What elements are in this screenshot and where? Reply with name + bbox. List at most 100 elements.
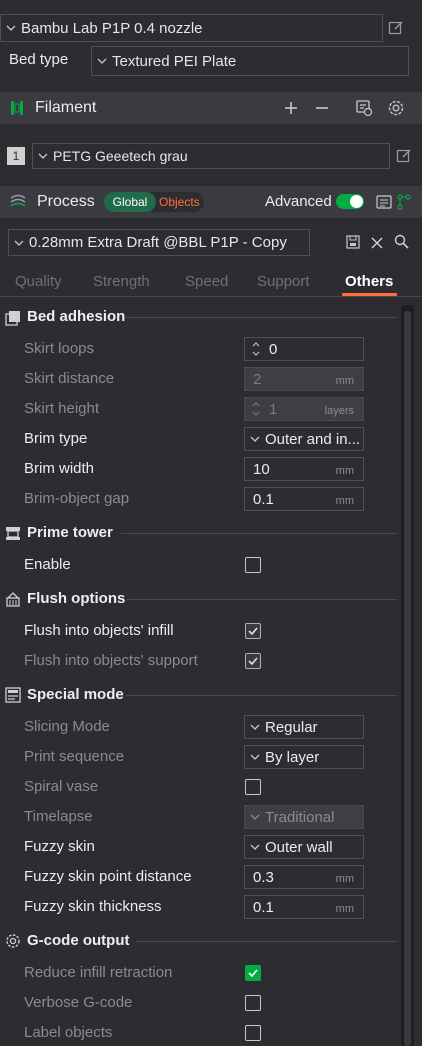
filament-index-label: 1 <box>12 149 20 163</box>
printer-name: Bambu Lab P1P 0.4 nozzle <box>21 19 203 37</box>
fuzzy-point-field[interactable]: 0.3 mm <box>244 865 364 889</box>
fuzzy-point-value: 0.3 <box>253 868 274 886</box>
chevron-down-icon <box>37 151 49 161</box>
process-icon <box>9 193 27 213</box>
brim-type-select[interactable]: Outer and in... <box>244 427 364 451</box>
fuzzy-skin-select[interactable]: Outer wall <box>244 835 364 859</box>
tab-support[interactable]: Support <box>257 273 310 290</box>
skirt-loops-label: Skirt loops <box>24 340 95 357</box>
edit-printer-icon[interactable] <box>388 20 404 36</box>
filament-name: PETG Geeetech grau <box>53 148 188 164</box>
search-icon[interactable] <box>394 234 409 253</box>
skirt-distance-unit: mm <box>335 375 354 387</box>
timelapse-value: Traditional <box>265 808 335 826</box>
chevron-down-icon <box>249 752 261 762</box>
flush-options-icon <box>5 591 21 607</box>
spiral-vase-label: Spiral vase <box>24 778 99 795</box>
remove-filament-icon[interactable] <box>315 101 329 119</box>
flush-support-checkbox[interactable] <box>245 653 261 669</box>
reduce-retraction-label: Reduce infill retraction <box>24 964 173 981</box>
bed-type-select[interactable]: Textured PEI Plate <box>91 46 409 76</box>
prime-tower-enable-checkbox[interactable] <box>245 557 261 573</box>
edit-filament-icon[interactable] <box>396 148 412 164</box>
fuzzy-thick-field[interactable]: 0.1 mm <box>244 895 364 919</box>
process-preset-select[interactable]: 0.28mm Extra Draft @BBL P1P - Copy <box>8 229 310 256</box>
skirt-height-stepper: 1 layers <box>244 397 364 421</box>
fuzzy-skin-label: Fuzzy skin <box>24 838 95 855</box>
timelapse-select: Traditional <box>244 805 364 829</box>
verbose-gcode-label: Verbose G-code <box>24 994 133 1011</box>
advanced-label: Advanced <box>265 193 332 210</box>
flush-options-title: Flush options <box>27 590 126 607</box>
reduce-retraction-checkbox[interactable] <box>245 965 261 981</box>
prime-tower-title: Prime tower <box>27 524 113 541</box>
add-filament-icon[interactable] <box>284 101 298 119</box>
spiral-vase-checkbox[interactable] <box>245 779 261 795</box>
filament-select[interactable]: PETG Geeetech grau <box>32 143 390 169</box>
skirt-loops-stepper[interactable]: 0 <box>244 337 364 361</box>
prime-tower-icon <box>5 525 21 541</box>
tab-quality[interactable]: Quality <box>15 273 62 290</box>
filament-title: Filament <box>35 99 97 116</box>
skirt-height-value: 1 <box>269 400 278 418</box>
process-tree-icon[interactable] <box>397 194 411 214</box>
compare-icon[interactable] <box>376 194 392 214</box>
gcode-output-divider <box>136 941 397 942</box>
filament-sync-icon[interactable] <box>355 99 373 121</box>
special-mode-icon <box>5 687 21 703</box>
slicing-mode-label: Slicing Mode <box>24 718 110 735</box>
advanced-switch[interactable] <box>336 194 364 209</box>
filament-settings-icon[interactable] <box>387 99 405 121</box>
settings-scroll-thumb[interactable] <box>404 311 411 1046</box>
skirt-distance-label: Skirt distance <box>24 370 115 387</box>
chevron-down-icon <box>249 842 261 852</box>
print-sequence-label: Print sequence <box>24 748 125 765</box>
skirt-distance-value: 2 <box>253 370 262 388</box>
chevron-down-icon <box>249 812 261 822</box>
chevron-down-icon <box>13 238 25 248</box>
brim-width-label: Brim width <box>24 460 95 477</box>
print-sequence-value: By layer <box>265 748 320 766</box>
toggle-objects-label[interactable]: Objects <box>159 195 200 209</box>
brim-width-value: 10 <box>253 460 270 478</box>
filament-icon <box>10 100 24 120</box>
verbose-gcode-checkbox[interactable] <box>245 995 261 1011</box>
gcode-output-icon <box>5 933 21 949</box>
toggle-global[interactable]: Global <box>104 192 156 212</box>
timelapse-label: Timelapse <box>24 808 93 825</box>
bed-type-label: Bed type <box>9 51 69 68</box>
fuzzy-point-unit: mm <box>335 873 354 885</box>
skirt-height-label: Skirt height <box>24 400 100 417</box>
special-mode-divider <box>126 695 397 696</box>
settings-scrollbar[interactable] <box>401 305 414 1046</box>
tab-speed[interactable]: Speed <box>185 273 228 290</box>
flush-infill-checkbox[interactable] <box>245 623 261 639</box>
advanced-switch-knob <box>350 195 363 208</box>
tab-strength[interactable]: Strength <box>93 273 150 290</box>
spin-arrows-icon <box>249 398 263 420</box>
flush-options-divider <box>127 599 397 600</box>
skirt-height-unit: layers <box>324 405 354 417</box>
close-preset-icon[interactable] <box>371 236 383 253</box>
print-sequence-select[interactable]: By layer <box>244 745 364 769</box>
prime-tower-enable-label: Enable <box>24 556 71 573</box>
label-objects-label: Label objects <box>24 1024 113 1041</box>
printer-select[interactable]: Bambu Lab P1P 0.4 nozzle <box>0 14 383 42</box>
fuzzy-thick-value: 0.1 <box>253 898 274 916</box>
fuzzy-thick-label: Fuzzy skin thickness <box>24 898 162 915</box>
checkmark-icon <box>248 969 258 978</box>
spin-arrows-icon[interactable] <box>249 338 263 360</box>
brim-type-value: Outer and in... <box>265 430 361 448</box>
chevron-down-icon <box>5 23 17 33</box>
brim-gap-field[interactable]: 0.1 mm <box>244 487 364 511</box>
checkmark-icon <box>248 627 258 636</box>
fuzzy-point-label: Fuzzy skin point distance <box>24 868 192 885</box>
skirt-loops-value: 0 <box>269 340 278 358</box>
label-objects-checkbox[interactable] <box>245 1025 261 1041</box>
brim-width-field[interactable]: 10 mm <box>244 457 364 481</box>
slicing-mode-select[interactable]: Regular <box>244 715 364 739</box>
global-objects-toggle[interactable]: Global Objects <box>104 192 204 212</box>
tab-others[interactable]: Others <box>345 273 393 290</box>
brim-gap-unit: mm <box>335 495 354 507</box>
save-preset-icon[interactable] <box>346 235 360 253</box>
